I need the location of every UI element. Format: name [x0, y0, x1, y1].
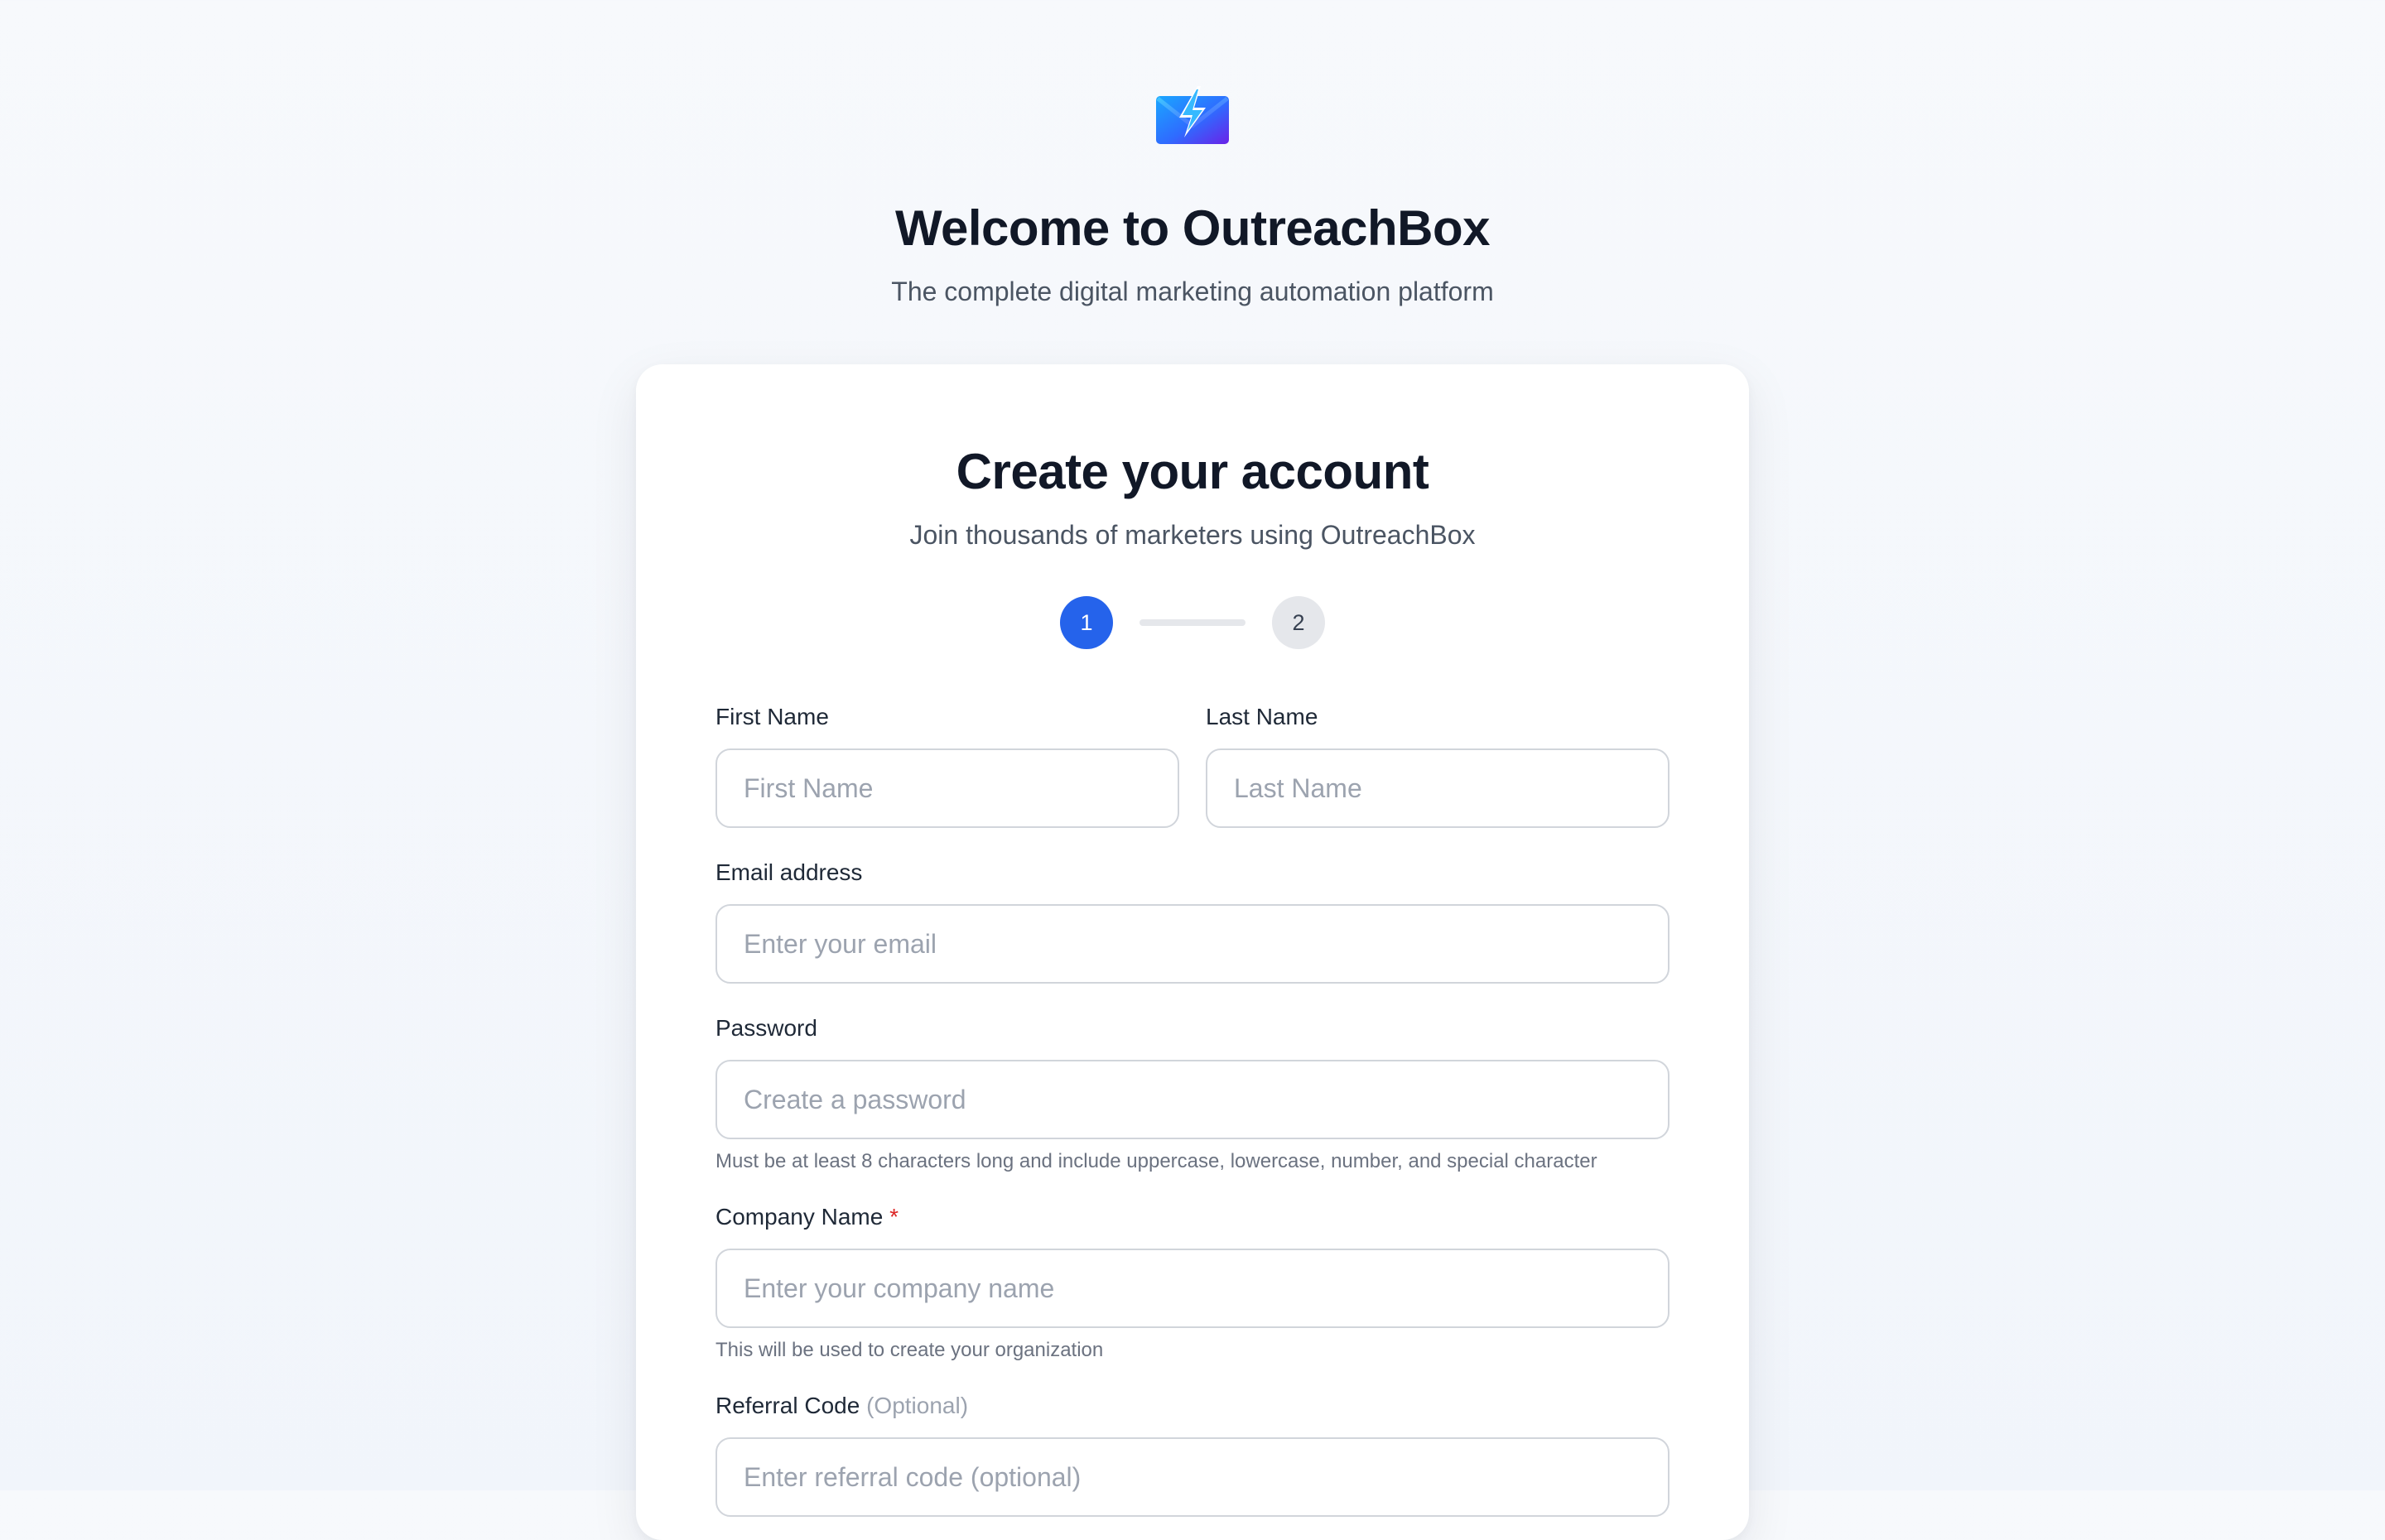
signup-card: Create your account Join thousands of ma…	[636, 364, 1749, 1540]
company-name-label: Company Name *	[716, 1201, 899, 1234]
card-subtitle: Join thousands of marketers using Outrea…	[909, 520, 1476, 550]
step-indicator-1: 1	[1060, 596, 1113, 649]
card-title: Create your account	[956, 444, 1429, 499]
step-connector	[1140, 619, 1246, 626]
referral-code-label: Referral Code (Optional)	[716, 1389, 968, 1422]
password-input[interactable]	[716, 1060, 1670, 1139]
referral-code-input[interactable]	[716, 1437, 1670, 1517]
referral-code-label-text: Referral Code	[716, 1393, 860, 1418]
lightning-envelope-icon	[1156, 86, 1229, 144]
app-title: Welcome to OutreachBox	[894, 200, 1491, 256]
company-name-input[interactable]	[716, 1249, 1670, 1328]
first-name-input[interactable]	[716, 748, 1179, 828]
password-hint: Must be at least 8 characters long and i…	[716, 1150, 1597, 1172]
email-input[interactable]	[716, 904, 1670, 984]
required-marker: *	[889, 1204, 899, 1230]
step-indicator-2: 2	[1272, 596, 1325, 649]
last-name-label: Last Name	[1206, 704, 1318, 729]
company-hint: This will be used to create your organiz…	[716, 1339, 1104, 1361]
app-subtitle: The complete digital marketing automatio…	[891, 277, 1494, 306]
optional-tag: (Optional)	[866, 1393, 969, 1418]
company-name-label-text: Company Name	[716, 1204, 884, 1230]
email-label: Email address	[716, 859, 863, 885]
first-name-label: First Name	[716, 704, 829, 729]
last-name-input[interactable]	[1206, 748, 1670, 828]
password-label: Password	[716, 1015, 817, 1041]
